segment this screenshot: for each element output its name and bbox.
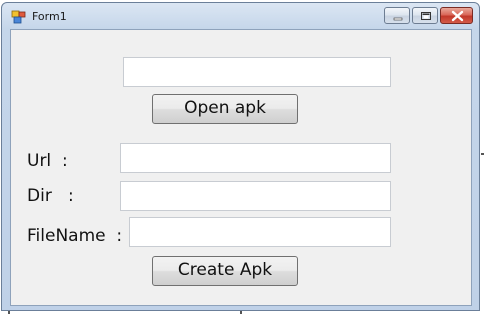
resize-handle-left[interactable] xyxy=(8,311,10,314)
window-bottom-edge xyxy=(0,311,484,315)
minimize-button[interactable] xyxy=(384,7,410,24)
form-client-area: Open apk Url : Dir : FileName : Create A… xyxy=(10,29,472,306)
open-apk-button[interactable]: Open apk xyxy=(152,94,298,124)
maximize-icon xyxy=(421,12,431,20)
form1-window: Form1 Open apk Url: Dir: FileName: Cr… xyxy=(1,2,480,311)
dir-label: Dir : xyxy=(27,186,74,206)
close-button[interactable] xyxy=(440,7,473,24)
title-bar[interactable]: Form1 xyxy=(2,3,479,29)
dir-input[interactable] xyxy=(120,181,391,211)
apk-path-input[interactable] xyxy=(123,57,391,87)
close-icon xyxy=(451,10,464,22)
url-label: Url : xyxy=(27,151,68,171)
create-apk-button[interactable]: Create Apk xyxy=(152,256,298,286)
resize-handle-bottom[interactable] xyxy=(240,311,242,314)
filename-input[interactable] xyxy=(129,217,391,247)
minimize-icon xyxy=(393,17,403,21)
caption-buttons xyxy=(384,7,473,25)
window-title: Form1 xyxy=(32,10,67,23)
filename-label: FileName : xyxy=(27,226,123,246)
url-input[interactable] xyxy=(120,143,391,173)
form-app-icon xyxy=(11,9,27,24)
maximize-button[interactable] xyxy=(412,7,438,24)
